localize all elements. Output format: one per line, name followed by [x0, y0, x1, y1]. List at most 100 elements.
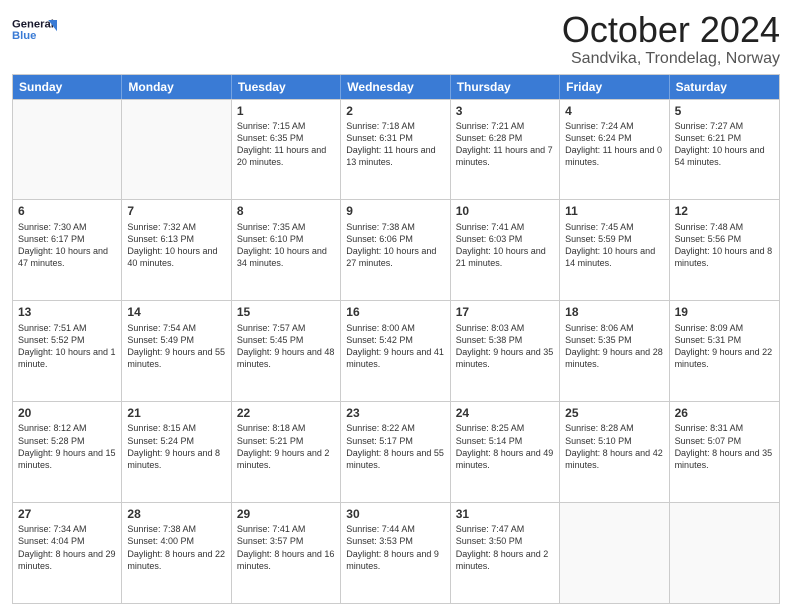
sunrise-text: Sunrise: 7:27 AM: [675, 120, 774, 132]
daylight-text: Daylight: 10 hours and 14 minutes.: [565, 245, 663, 269]
table-row: 1Sunrise: 7:15 AMSunset: 6:35 PMDaylight…: [232, 100, 341, 200]
table-row: 2Sunrise: 7:18 AMSunset: 6:31 PMDaylight…: [341, 100, 450, 200]
calendar-header: Sunday Monday Tuesday Wednesday Thursday…: [13, 75, 779, 99]
title-block: October 2024 Sandvika, Trondelag, Norway: [562, 10, 780, 68]
daylight-text: Daylight: 10 hours and 40 minutes.: [127, 245, 225, 269]
calendar-row-4: 27Sunrise: 7:34 AMSunset: 4:04 PMDayligh…: [13, 502, 779, 603]
table-row: 21Sunrise: 8:15 AMSunset: 5:24 PMDayligh…: [122, 402, 231, 502]
table-row: 10Sunrise: 7:41 AMSunset: 6:03 PMDayligh…: [451, 200, 560, 300]
sunset-text: Sunset: 4:00 PM: [127, 535, 225, 547]
daylight-text: Daylight: 11 hours and 20 minutes.: [237, 144, 335, 168]
sunrise-text: Sunrise: 8:03 AM: [456, 322, 554, 334]
sunrise-text: Sunrise: 8:31 AM: [675, 422, 774, 434]
daylight-text: Daylight: 8 hours and 2 minutes.: [456, 548, 554, 572]
sunset-text: Sunset: 5:10 PM: [565, 435, 663, 447]
table-row: 25Sunrise: 8:28 AMSunset: 5:10 PMDayligh…: [560, 402, 669, 502]
sunset-text: Sunset: 5:42 PM: [346, 334, 444, 346]
table-row: 4Sunrise: 7:24 AMSunset: 6:24 PMDaylight…: [560, 100, 669, 200]
day-number: 28: [127, 506, 225, 522]
sunrise-text: Sunrise: 8:12 AM: [18, 422, 116, 434]
sunset-text: Sunset: 5:59 PM: [565, 233, 663, 245]
table-row: 5Sunrise: 7:27 AMSunset: 6:21 PMDaylight…: [670, 100, 779, 200]
table-row: [122, 100, 231, 200]
day-number: 25: [565, 405, 663, 421]
calendar-row-3: 20Sunrise: 8:12 AMSunset: 5:28 PMDayligh…: [13, 401, 779, 502]
day-number: 2: [346, 103, 444, 119]
calendar-body: 1Sunrise: 7:15 AMSunset: 6:35 PMDaylight…: [13, 99, 779, 603]
sunrise-text: Sunrise: 8:00 AM: [346, 322, 444, 334]
table-row: 15Sunrise: 7:57 AMSunset: 5:45 PMDayligh…: [232, 301, 341, 401]
table-row: 6Sunrise: 7:30 AMSunset: 6:17 PMDaylight…: [13, 200, 122, 300]
table-row: 31Sunrise: 7:47 AMSunset: 3:50 PMDayligh…: [451, 503, 560, 603]
day-number: 15: [237, 304, 335, 320]
sunrise-text: Sunrise: 8:22 AM: [346, 422, 444, 434]
daylight-text: Daylight: 10 hours and 8 minutes.: [675, 245, 774, 269]
table-row: 27Sunrise: 7:34 AMSunset: 4:04 PMDayligh…: [13, 503, 122, 603]
sunset-text: Sunset: 4:04 PM: [18, 535, 116, 547]
day-number: 4: [565, 103, 663, 119]
sunset-text: Sunset: 6:03 PM: [456, 233, 554, 245]
daylight-text: Daylight: 9 hours and 28 minutes.: [565, 346, 663, 370]
table-row: 16Sunrise: 8:00 AMSunset: 5:42 PMDayligh…: [341, 301, 450, 401]
day-number: 31: [456, 506, 554, 522]
page: General Blue October 2024 Sandvika, Tron…: [0, 0, 792, 612]
table-row: 12Sunrise: 7:48 AMSunset: 5:56 PMDayligh…: [670, 200, 779, 300]
sunset-text: Sunset: 6:10 PM: [237, 233, 335, 245]
sunset-text: Sunset: 6:24 PM: [565, 132, 663, 144]
table-row: 19Sunrise: 8:09 AMSunset: 5:31 PMDayligh…: [670, 301, 779, 401]
table-row: 29Sunrise: 7:41 AMSunset: 3:57 PMDayligh…: [232, 503, 341, 603]
table-row: 7Sunrise: 7:32 AMSunset: 6:13 PMDaylight…: [122, 200, 231, 300]
daylight-text: Daylight: 10 hours and 54 minutes.: [675, 144, 774, 168]
table-row: [560, 503, 669, 603]
sunset-text: Sunset: 3:50 PM: [456, 535, 554, 547]
sunset-text: Sunset: 5:38 PM: [456, 334, 554, 346]
table-row: 26Sunrise: 8:31 AMSunset: 5:07 PMDayligh…: [670, 402, 779, 502]
sunrise-text: Sunrise: 7:18 AM: [346, 120, 444, 132]
table-row: 30Sunrise: 7:44 AMSunset: 3:53 PMDayligh…: [341, 503, 450, 603]
sunset-text: Sunset: 6:28 PM: [456, 132, 554, 144]
sunset-text: Sunset: 5:24 PM: [127, 435, 225, 447]
day-number: 24: [456, 405, 554, 421]
calendar-row-1: 6Sunrise: 7:30 AMSunset: 6:17 PMDaylight…: [13, 199, 779, 300]
table-row: 13Sunrise: 7:51 AMSunset: 5:52 PMDayligh…: [13, 301, 122, 401]
daylight-text: Daylight: 9 hours and 35 minutes.: [456, 346, 554, 370]
day-number: 10: [456, 203, 554, 219]
header-wednesday: Wednesday: [341, 75, 450, 99]
header-tuesday: Tuesday: [232, 75, 341, 99]
sunrise-text: Sunrise: 7:48 AM: [675, 221, 774, 233]
table-row: 3Sunrise: 7:21 AMSunset: 6:28 PMDaylight…: [451, 100, 560, 200]
day-number: 1: [237, 103, 335, 119]
daylight-text: Daylight: 9 hours and 22 minutes.: [675, 346, 774, 370]
sunrise-text: Sunrise: 8:09 AM: [675, 322, 774, 334]
sunrise-text: Sunrise: 7:47 AM: [456, 523, 554, 535]
table-row: 8Sunrise: 7:35 AMSunset: 6:10 PMDaylight…: [232, 200, 341, 300]
sunrise-text: Sunrise: 7:41 AM: [456, 221, 554, 233]
table-row: 23Sunrise: 8:22 AMSunset: 5:17 PMDayligh…: [341, 402, 450, 502]
daylight-text: Daylight: 10 hours and 47 minutes.: [18, 245, 116, 269]
day-number: 6: [18, 203, 116, 219]
day-number: 18: [565, 304, 663, 320]
sunset-text: Sunset: 6:21 PM: [675, 132, 774, 144]
header-saturday: Saturday: [670, 75, 779, 99]
daylight-text: Daylight: 10 hours and 34 minutes.: [237, 245, 335, 269]
calendar-row-2: 13Sunrise: 7:51 AMSunset: 5:52 PMDayligh…: [13, 300, 779, 401]
sunset-text: Sunset: 5:28 PM: [18, 435, 116, 447]
sunset-text: Sunset: 5:49 PM: [127, 334, 225, 346]
header-thursday: Thursday: [451, 75, 560, 99]
day-number: 26: [675, 405, 774, 421]
daylight-text: Daylight: 8 hours and 49 minutes.: [456, 447, 554, 471]
day-number: 22: [237, 405, 335, 421]
day-number: 30: [346, 506, 444, 522]
daylight-text: Daylight: 8 hours and 22 minutes.: [127, 548, 225, 572]
daylight-text: Daylight: 9 hours and 55 minutes.: [127, 346, 225, 370]
sunrise-text: Sunrise: 8:25 AM: [456, 422, 554, 434]
sunset-text: Sunset: 5:17 PM: [346, 435, 444, 447]
sunset-text: Sunset: 5:35 PM: [565, 334, 663, 346]
sunrise-text: Sunrise: 7:38 AM: [346, 221, 444, 233]
calendar-row-0: 1Sunrise: 7:15 AMSunset: 6:35 PMDaylight…: [13, 99, 779, 200]
daylight-text: Daylight: 9 hours and 41 minutes.: [346, 346, 444, 370]
daylight-text: Daylight: 8 hours and 42 minutes.: [565, 447, 663, 471]
table-row: 20Sunrise: 8:12 AMSunset: 5:28 PMDayligh…: [13, 402, 122, 502]
table-row: 9Sunrise: 7:38 AMSunset: 6:06 PMDaylight…: [341, 200, 450, 300]
day-number: 3: [456, 103, 554, 119]
